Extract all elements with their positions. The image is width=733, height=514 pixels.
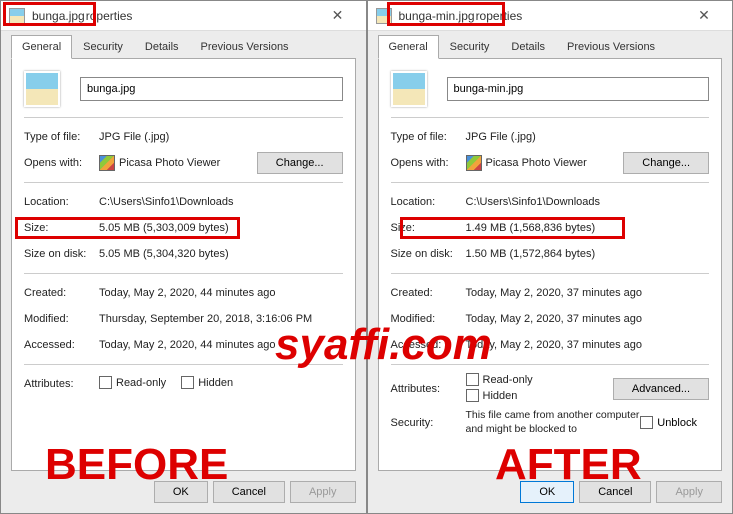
opens-with-label: Opens with: xyxy=(24,157,99,169)
attributes-label: Attributes: xyxy=(24,378,99,390)
size-value: 5.05 MB (5,303,009 bytes) xyxy=(99,222,343,234)
opens-with-value: Picasa Photo Viewer xyxy=(466,155,619,171)
opens-with-value: Picasa Photo Viewer xyxy=(99,155,252,171)
ok-button[interactable]: OK xyxy=(154,481,208,503)
size-on-disk-value: 1.50 MB (1,572,864 bytes) xyxy=(466,248,710,260)
modified-label: Modified: xyxy=(391,313,466,325)
attributes-label: Attributes: xyxy=(391,383,466,395)
dialog-buttons: OK Cancel Apply xyxy=(368,471,733,513)
size-label: Size: xyxy=(391,222,466,234)
filename-input[interactable] xyxy=(447,77,710,101)
size-value: 1.49 MB (1,568,836 bytes) xyxy=(466,222,710,234)
window-title: bunga-min.jpgroperties xyxy=(398,9,685,23)
properties-dialog-after: bunga-min.jpgroperties ✕ General Securit… xyxy=(367,0,733,514)
attributes-value: Read-only Hidden xyxy=(466,373,608,405)
apply-button[interactable]: Apply xyxy=(290,481,356,503)
tab-previous-versions[interactable]: Previous Versions xyxy=(556,35,666,59)
picasa-icon xyxy=(99,155,115,171)
apply-button[interactable]: Apply xyxy=(656,481,722,503)
cancel-button[interactable]: Cancel xyxy=(213,481,285,503)
properties-dialog-before: bunga.jpgroperties ✕ General Security De… xyxy=(0,0,367,514)
close-button[interactable]: ✕ xyxy=(318,3,358,29)
tab-general[interactable]: General xyxy=(378,35,439,59)
ok-button[interactable]: OK xyxy=(520,481,574,503)
tab-previous-versions[interactable]: Previous Versions xyxy=(190,35,300,59)
titlebar: bunga-min.jpgroperties ✕ xyxy=(368,1,733,31)
hidden-checkbox[interactable]: Hidden xyxy=(181,376,233,389)
security-label: Security: xyxy=(391,417,466,429)
cancel-button[interactable]: Cancel xyxy=(579,481,651,503)
close-button[interactable]: ✕ xyxy=(684,3,724,29)
security-text: This file came from another computer and… xyxy=(466,409,641,436)
readonly-checkbox[interactable]: Read-only xyxy=(466,373,533,386)
tab-content-general: Type of file: JPG File (.jpg) Opens with… xyxy=(378,58,723,471)
type-value: JPG File (.jpg) xyxy=(99,131,343,143)
picasa-icon xyxy=(466,155,482,171)
tab-content-general: Type of file: JPG File (.jpg) Opens with… xyxy=(11,58,356,471)
file-icon xyxy=(9,8,25,24)
dialog-buttons: OK Cancel Apply xyxy=(1,471,366,513)
opens-with-label: Opens with: xyxy=(391,157,466,169)
titlebar: bunga.jpgroperties ✕ xyxy=(1,1,366,31)
location-label: Location: xyxy=(24,196,99,208)
tab-bar: General Security Details Previous Versio… xyxy=(368,31,733,59)
created-value: Today, May 2, 2020, 37 minutes ago xyxy=(466,287,710,299)
accessed-label: Accessed: xyxy=(391,339,466,351)
size-on-disk-label: Size on disk: xyxy=(24,248,99,260)
file-icon xyxy=(376,8,392,24)
tab-general[interactable]: General xyxy=(11,35,72,59)
tab-details[interactable]: Details xyxy=(500,35,556,59)
modified-value: Thursday, September 20, 2018, 3:16:06 PM xyxy=(99,313,343,325)
filename-input[interactable] xyxy=(80,77,343,101)
created-label: Created: xyxy=(24,287,99,299)
tab-details[interactable]: Details xyxy=(134,35,190,59)
file-thumbnail-icon xyxy=(24,71,60,107)
accessed-value: Today, May 2, 2020, 37 minutes ago xyxy=(466,339,710,351)
location-value: C:\Users\Sinfo1\Downloads xyxy=(99,196,343,208)
tab-security[interactable]: Security xyxy=(72,35,134,59)
created-label: Created: xyxy=(391,287,466,299)
size-on-disk-value: 5.05 MB (5,304,320 bytes) xyxy=(99,248,343,260)
type-value: JPG File (.jpg) xyxy=(466,131,710,143)
accessed-value: Today, May 2, 2020, 44 minutes ago xyxy=(99,339,343,351)
hidden-checkbox[interactable]: Hidden xyxy=(466,389,518,402)
attributes-value: Read-only Hidden xyxy=(99,376,343,392)
change-button[interactable]: Change... xyxy=(623,152,709,174)
size-label: Size: xyxy=(24,222,99,234)
location-label: Location: xyxy=(391,196,466,208)
type-label: Type of file: xyxy=(24,131,99,143)
size-on-disk-label: Size on disk: xyxy=(391,248,466,260)
advanced-button[interactable]: Advanced... xyxy=(613,378,709,400)
tab-security[interactable]: Security xyxy=(439,35,501,59)
unblock-checkbox[interactable]: Unblock xyxy=(640,416,697,429)
window-title: bunga.jpgroperties xyxy=(31,9,318,23)
readonly-checkbox[interactable]: Read-only xyxy=(99,376,166,389)
modified-value: Today, May 2, 2020, 37 minutes ago xyxy=(466,313,710,325)
accessed-label: Accessed: xyxy=(24,339,99,351)
modified-label: Modified: xyxy=(24,313,99,325)
tab-bar: General Security Details Previous Versio… xyxy=(1,31,366,59)
created-value: Today, May 2, 2020, 44 minutes ago xyxy=(99,287,343,299)
type-label: Type of file: xyxy=(391,131,466,143)
change-button[interactable]: Change... xyxy=(257,152,343,174)
file-thumbnail-icon xyxy=(391,71,427,107)
location-value: C:\Users\Sinfo1\Downloads xyxy=(466,196,710,208)
